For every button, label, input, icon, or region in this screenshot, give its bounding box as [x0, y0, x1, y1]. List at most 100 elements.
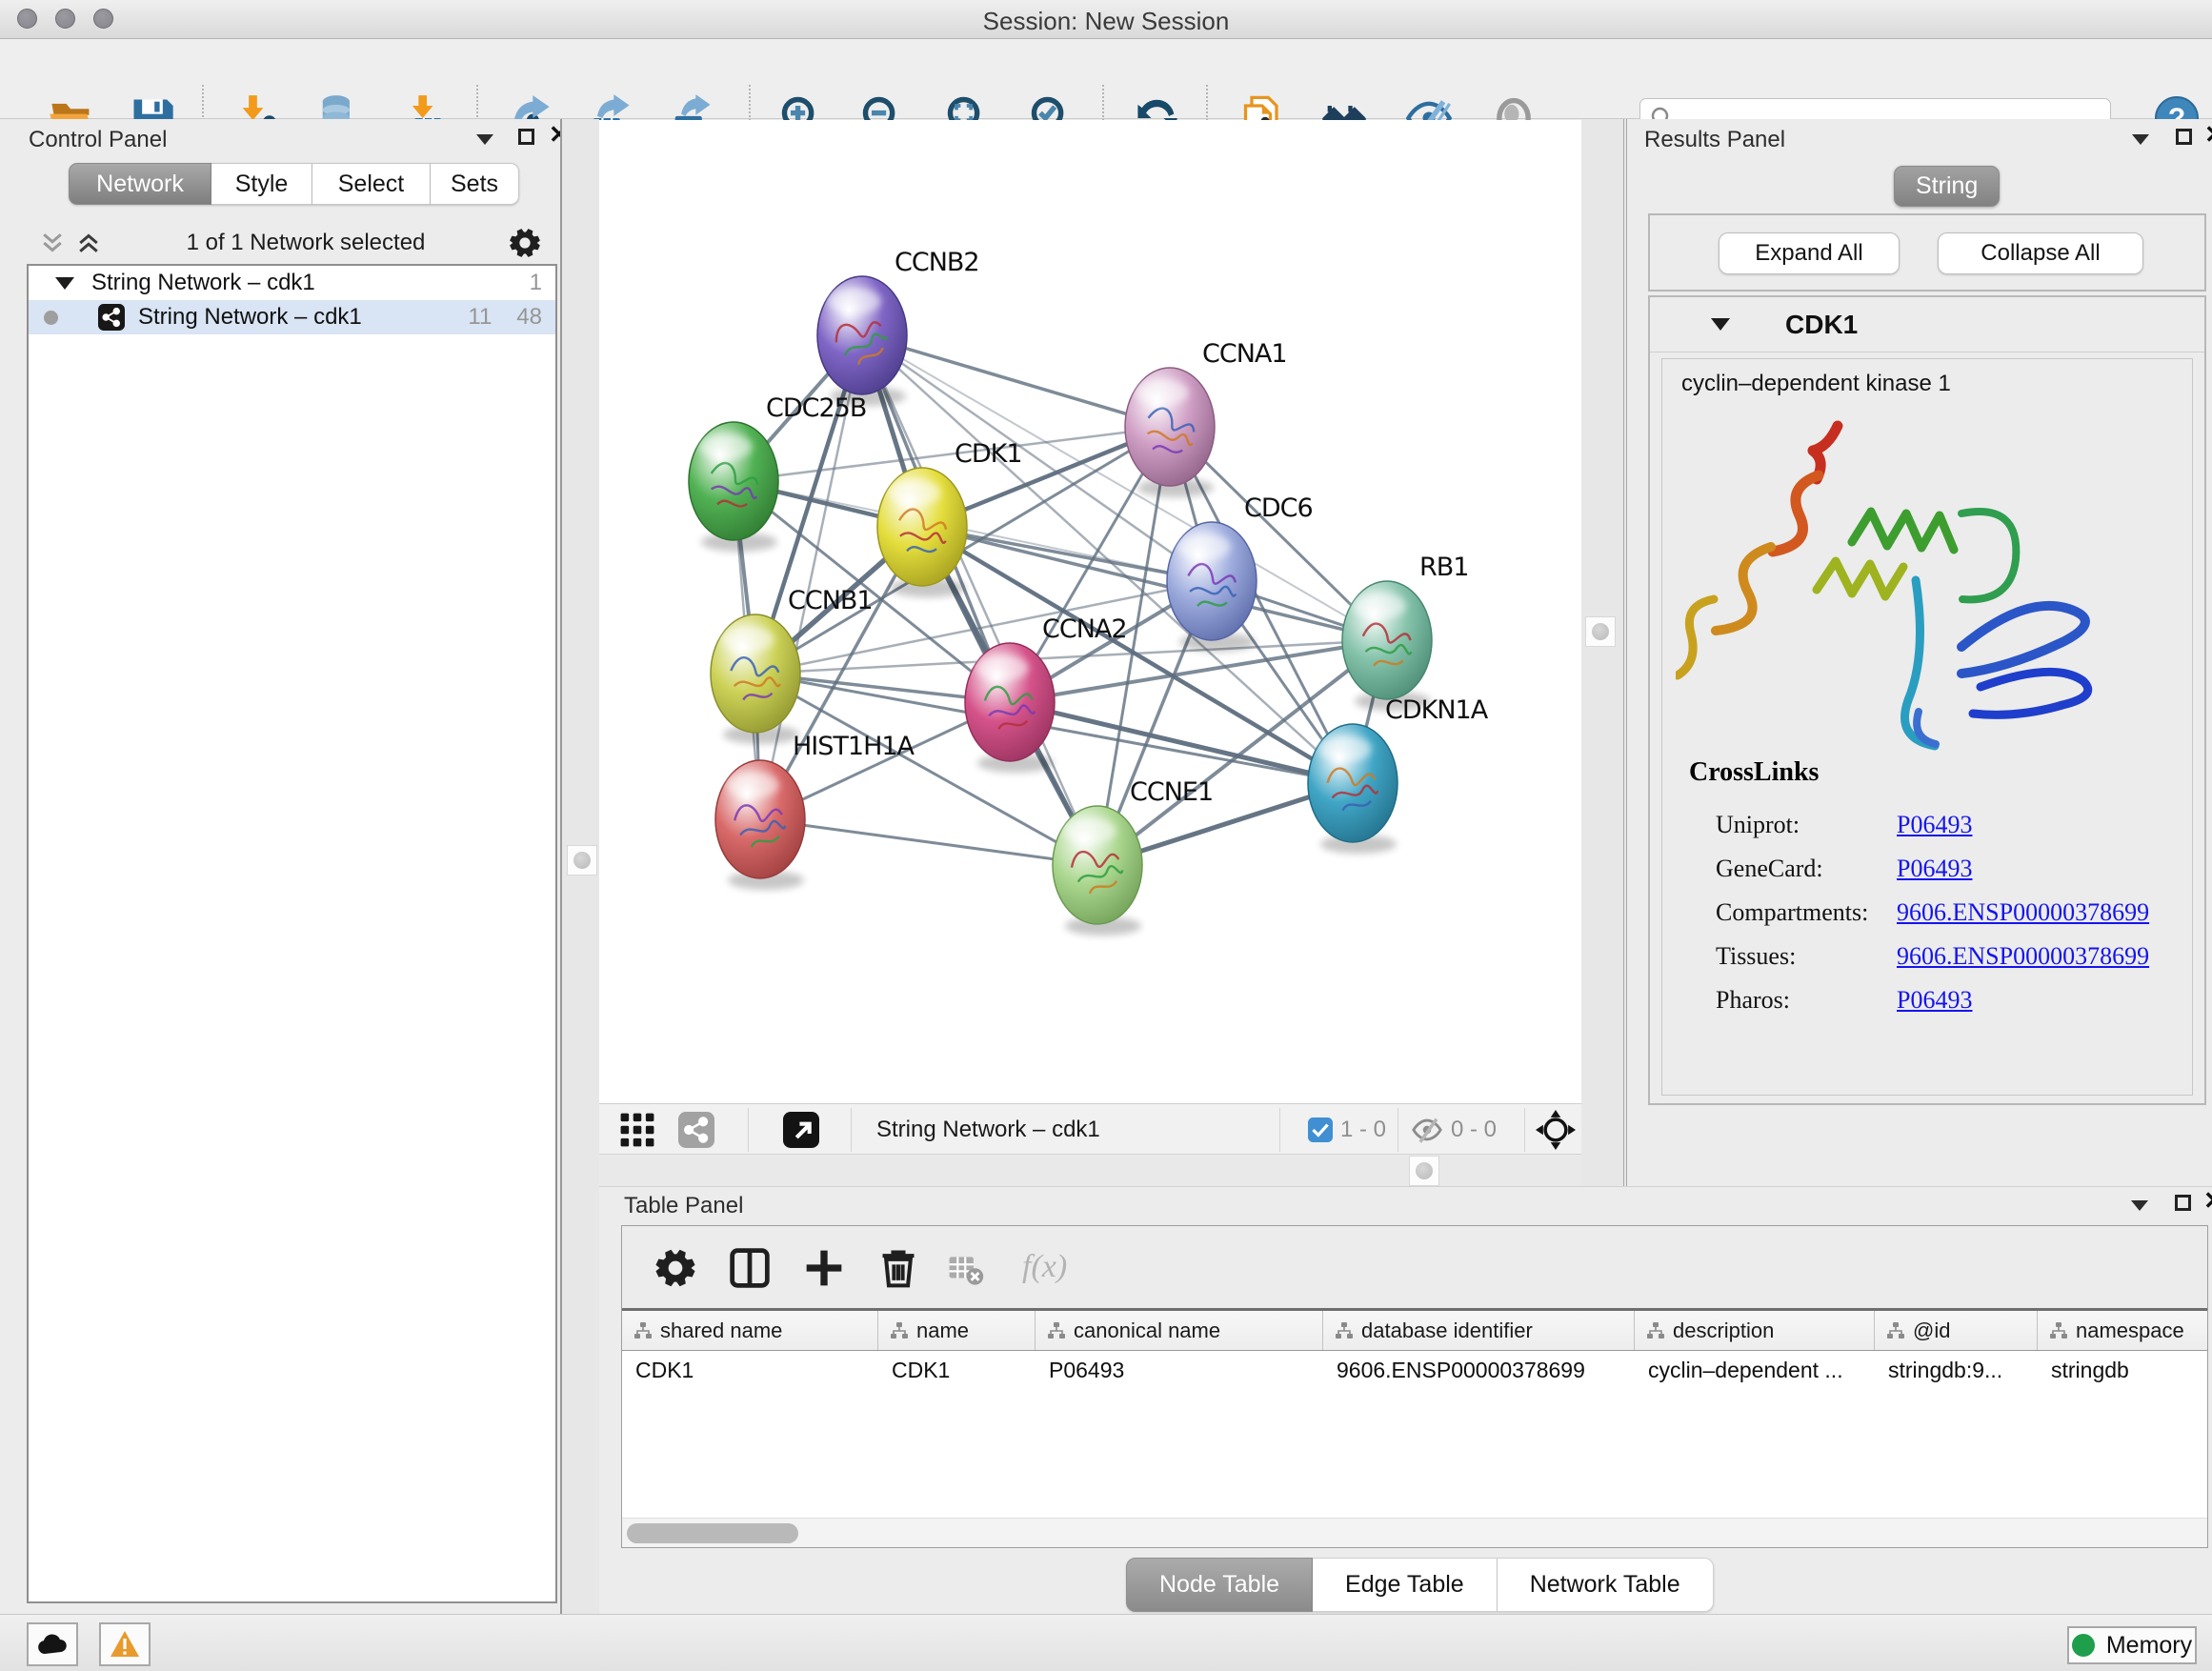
- network-collection-row[interactable]: String Network – cdk1 1: [29, 266, 555, 300]
- cell-namespace[interactable]: stringdb: [2038, 1351, 2207, 1389]
- table-hscrollbar-thumb[interactable]: [627, 1523, 798, 1543]
- table-gear-icon[interactable]: [654, 1247, 696, 1289]
- crosslink-link[interactable]: P06493: [1897, 811, 1972, 839]
- horizontal-splitter-handle[interactable]: [1409, 1156, 1439, 1186]
- expand-all-button[interactable]: Expand All: [1719, 232, 1900, 274]
- horizontal-splitter[interactable]: [599, 1156, 1581, 1186]
- results-entry-box: CDK1 cyclin–dependent kinase 1: [1648, 295, 2206, 1105]
- node-label-CDKN1A: CDKN1A: [1385, 695, 1489, 725]
- cloud-button[interactable]: [27, 1622, 78, 1666]
- edge-CCNE1-HIST1H1A[interactable]: [760, 819, 1097, 865]
- cell-canonical-name[interactable]: P06493: [1036, 1351, 1323, 1389]
- tab-edge-table[interactable]: Edge Table: [1313, 1558, 1498, 1612]
- table-row[interactable]: CDK1CDK1P064939606.ENSP00000378699cyclin…: [622, 1351, 2207, 1389]
- warning-button[interactable]: [99, 1622, 151, 1666]
- export-view-icon[interactable]: [783, 1112, 819, 1148]
- network-graph[interactable]: CCNB2CCNA1CDC25BCDK1CDC6RB1CCNB1CCNA2CDK…: [599, 120, 1581, 1103]
- tree-expander-icon[interactable]: [55, 277, 74, 290]
- column-header-shared-name[interactable]: shared name: [622, 1311, 878, 1350]
- column-header-namespace[interactable]: namespace: [2038, 1311, 2207, 1350]
- column-header-name[interactable]: name: [878, 1311, 1036, 1350]
- crosslink-link[interactable]: P06493: [1897, 855, 1972, 883]
- column-header-description[interactable]: description: [1635, 1311, 1875, 1350]
- node-CDC25B[interactable]: CDC25B: [689, 393, 866, 552]
- tab-node-table[interactable]: Node Table: [1126, 1558, 1313, 1612]
- tab-network[interactable]: Network: [69, 163, 211, 205]
- column-header-database-identifier[interactable]: database identifier: [1323, 1311, 1635, 1350]
- add-column-icon[interactable]: [803, 1247, 845, 1289]
- tab-string[interactable]: String: [1894, 166, 2000, 207]
- table-panel-title: Table Panel: [624, 1193, 743, 1219]
- delete-column-icon[interactable]: [877, 1247, 919, 1289]
- entry-header[interactable]: CDK1: [1650, 297, 2204, 352]
- node-HIST1H1A[interactable]: HIST1H1A: [715, 732, 915, 890]
- right-splitter-handle[interactable]: [1585, 616, 1616, 647]
- network-row-selected[interactable]: String Network – cdk1 11 48: [29, 300, 555, 334]
- network-selection-status: 1 of 1 Network selected: [103, 230, 509, 256]
- cell--id[interactable]: stringdb:9...: [1875, 1351, 2038, 1389]
- node-label-CCNA1: CCNA1: [1202, 339, 1287, 369]
- panel-close-icon[interactable]: ✕: [2203, 1193, 2212, 1209]
- crosslink-row: Tissues:9606.ENSP00000378699: [1716, 942, 2173, 980]
- tab-select[interactable]: Select: [312, 163, 431, 205]
- warning-icon: [110, 1630, 140, 1659]
- birds-eye-icon[interactable]: [1536, 1110, 1576, 1150]
- selected-checkbox-icon[interactable]: [1308, 1117, 1333, 1142]
- panel-close-icon[interactable]: ✕: [2204, 127, 2212, 143]
- edge-CCNB2-CCNA1[interactable]: [862, 335, 1170, 427]
- node-CDKN1A[interactable]: CDKN1A: [1308, 695, 1489, 854]
- node-CDC6[interactable]: CDC6: [1167, 493, 1313, 652]
- show-columns-icon[interactable]: [729, 1247, 771, 1289]
- collapse-all-icon[interactable]: [38, 229, 67, 257]
- collapse-all-button[interactable]: Collapse All: [1938, 232, 2143, 274]
- cell-description[interactable]: cyclin–dependent ...: [1635, 1351, 1875, 1389]
- panel-float-icon[interactable]: [2176, 129, 2192, 145]
- edge-CDK1-RB1[interactable]: [922, 527, 1387, 640]
- node-table: shared namenamecanonical namedatabase id…: [622, 1308, 2207, 1518]
- cell-name[interactable]: CDK1: [878, 1351, 1036, 1389]
- crosslink-link[interactable]: P06493: [1897, 986, 1972, 1015]
- network-canvas[interactable]: CCNB2CCNA1CDC25BCDK1CDC6RB1CCNB1CCNA2CDK…: [599, 120, 1581, 1103]
- table-panel: Table Panel ✕ f(x) shared namenamecanoni…: [599, 1186, 2212, 1614]
- share-view-icon[interactable]: [678, 1112, 714, 1148]
- cell-database-identifier[interactable]: 9606.ENSP00000378699: [1323, 1351, 1635, 1389]
- collection-label: String Network – cdk1: [91, 270, 315, 296]
- entry-expander-icon[interactable]: [1711, 318, 1730, 331]
- column-header--id[interactable]: @id: [1875, 1311, 2038, 1350]
- panel-menu-icon[interactable]: [2131, 1200, 2148, 1211]
- crosslinks-title: CrossLinks: [1689, 757, 1819, 788]
- node-CCNA1[interactable]: CCNA1: [1125, 339, 1287, 497]
- cloud-icon: [36, 1632, 69, 1657]
- panel-float-icon[interactable]: [2175, 1195, 2191, 1211]
- gear-icon[interactable]: [509, 227, 541, 259]
- panel-menu-icon[interactable]: [476, 134, 493, 145]
- memory-button[interactable]: Memory: [2067, 1626, 2197, 1664]
- tab-style[interactable]: Style: [211, 163, 312, 205]
- node-CCNB1[interactable]: CCNB1: [711, 586, 873, 744]
- expand-all-icon[interactable]: [74, 229, 103, 257]
- column-header-canonical-name[interactable]: canonical name: [1036, 1311, 1323, 1350]
- edge-CCNA2-CDKN1A[interactable]: [1010, 702, 1353, 783]
- delete-table-icon[interactable]: [948, 1251, 984, 1287]
- cell-shared-name[interactable]: CDK1: [622, 1351, 878, 1389]
- table-container: f(x) shared namenamecanonical namedataba…: [621, 1225, 2208, 1548]
- edge-CCNE1-CCNB2[interactable]: [862, 335, 1097, 865]
- network-label: String Network – cdk1: [138, 304, 362, 331]
- network-share-icon: [98, 304, 125, 331]
- panel-menu-icon[interactable]: [2132, 134, 2149, 145]
- left-splitter[interactable]: [560, 119, 599, 1614]
- tab-sets[interactable]: Sets: [431, 163, 519, 205]
- node-CCNB2[interactable]: CCNB2: [817, 248, 979, 406]
- hidden-eye-icon[interactable]: [1411, 1114, 1443, 1146]
- left-splitter-handle[interactable]: [567, 845, 597, 876]
- tab-network-table[interactable]: Network Table: [1498, 1558, 1714, 1612]
- panel-float-icon[interactable]: [518, 129, 534, 145]
- crosslink-link[interactable]: 9606.ENSP00000378699: [1897, 898, 2149, 927]
- table-hscrollbar[interactable]: [622, 1518, 2207, 1547]
- function-builder-icon[interactable]: f(x): [1022, 1249, 1067, 1285]
- grid-view-icon[interactable]: [619, 1112, 655, 1148]
- crosslink-link[interactable]: 9606.ENSP00000378699: [1897, 942, 2149, 971]
- entry-content: cyclin–dependent kinase 1 CrossLin: [1661, 358, 2193, 1096]
- node-RB1[interactable]: RB1: [1342, 553, 1468, 711]
- node-CCNE1[interactable]: CCNE1: [1053, 777, 1213, 936]
